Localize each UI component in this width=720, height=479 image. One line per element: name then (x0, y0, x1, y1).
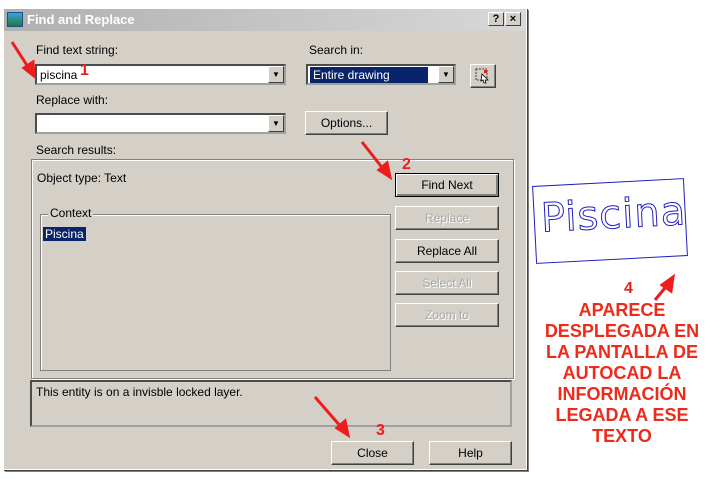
annotation-number-2: 2 (402, 156, 411, 173)
annotation-number-1: 1 (80, 62, 89, 79)
caption-line: DESPLEGADA EN (544, 321, 700, 341)
annotation-number-4: 4 (624, 280, 633, 297)
caption-line: INFORMACIÓN (557, 384, 687, 404)
caption-line: LEGADA A ESE (555, 405, 689, 425)
caption-line: TEXTO (592, 426, 652, 446)
caption-line: LA PANTALLA DE (546, 342, 698, 362)
caption-line: APARECE (578, 300, 666, 320)
annotation-number-3: 3 (376, 422, 385, 439)
caption-line: AUTOCAD LA (562, 363, 682, 383)
drawing-text: Piscina (539, 188, 688, 243)
annotation-caption: APARECE DESPLEGADA EN LA PANTALLA DE AUT… (524, 300, 720, 447)
